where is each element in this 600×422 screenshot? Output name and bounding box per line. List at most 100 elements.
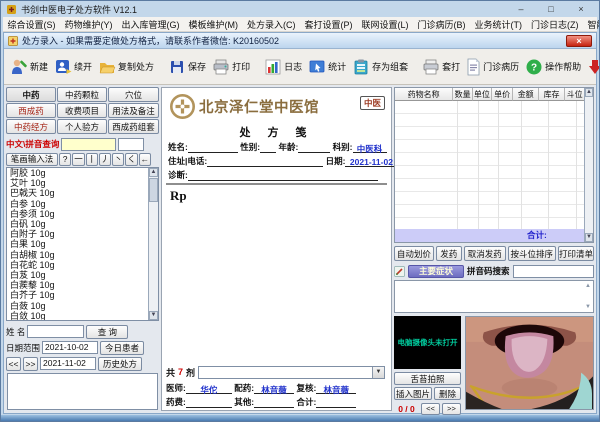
delete-image-button[interactable]: 删除 [434,387,461,400]
stroke-key-dian[interactable]: 丶 [112,153,124,166]
menu-item-clinic-log[interactable]: 门诊日志(Z) [527,18,584,31]
drug-list-item[interactable]: 艾叶 10g [7,178,148,188]
drug-list-item[interactable]: 白附子 10g [7,229,148,239]
scroll-down-icon[interactable]: ▼ [585,304,591,310]
stroke-key-any[interactable]: ? [59,153,71,166]
tab-zhongyao[interactable]: 中药 [6,87,56,102]
drug-list-item[interactable]: 白参须 10g [7,209,148,219]
other-field[interactable] [254,398,294,408]
sort-by-drawer-button[interactable]: 按斗位排序 [508,246,556,261]
col-drawer[interactable]: 斗位 [565,88,584,101]
col-drug-name[interactable]: 药物名称 [395,88,453,101]
print-button[interactable]: 打印 [210,57,252,77]
drug-list-item[interactable]: 白矾 10g [7,219,148,229]
date-field[interactable]: 2021-11-02 [345,157,397,167]
pinyin-query-input[interactable] [61,138,116,151]
pinyin-search-input[interactable] [513,265,594,278]
drug-list-item[interactable]: 阿胶 10g [7,168,148,178]
continue-button[interactable]: 续开 [52,57,94,77]
tab-xichengyao[interactable]: 西成药 [6,103,56,118]
drug-list-item[interactable]: 白芥子 10g [7,290,148,300]
date-to-input[interactable]: 2021-11-02 [40,357,96,370]
fee-field[interactable] [186,398,232,408]
pinyin-code-input[interactable] [118,138,144,151]
medical-record-button[interactable]: 门诊病历 [464,57,521,77]
scroll-up-icon[interactable]: ▲ [585,283,591,289]
menu-item-overlay-print[interactable]: 套打设置(P) [300,18,357,31]
menu-item-network[interactable]: 联网设置(L) [357,18,413,31]
dept-field[interactable]: 中医科 [353,143,387,153]
drug-list-scrollbar[interactable]: ▲ ▼ [148,168,158,320]
patient-history-listbox[interactable] [7,373,158,410]
menu-item-medical-record[interactable]: 门诊病历(B) [413,18,470,31]
sum-field[interactable] [316,398,356,408]
menu-item-inventory[interactable]: 出入库管理(G) [117,18,184,31]
address-field[interactable] [207,157,323,167]
dispenser-field[interactable]: 林音薇 [254,384,294,394]
insert-image-button[interactable]: 插入图片 [394,387,432,400]
tab-geren-yanfang[interactable]: 个人验方 [57,119,107,134]
dispense-button[interactable]: 发药 [436,246,462,261]
doctor-field[interactable]: 华佗 [186,384,232,394]
menu-item-drug-maintenance[interactable]: 药物维护(Y) [60,18,117,31]
overlay-print-button[interactable]: 套打 [420,57,462,77]
drug-list-item[interactable]: 白蔹 10g [7,301,148,311]
drug-list-item[interactable]: 白花蛇 10g [7,260,148,270]
drug-list-item[interactable]: 巴戟天 10g [7,188,148,198]
tab-zhongyao-jingfang[interactable]: 中药经方 [6,119,56,134]
drug-table-scrollbar[interactable]: ▲ ▼ [584,88,593,242]
stroke-key-pie[interactable]: 丿 [99,153,111,166]
prev-photo-button[interactable]: << [421,403,440,415]
drug-list-item[interactable]: 白胡椒 10g [7,250,148,260]
tongue-photo-button[interactable]: 舌苔拍照 [394,372,461,385]
close-button[interactable]: × [568,3,594,16]
checker-field[interactable]: 林音薇 [316,384,356,394]
menu-item-prescription-entry[interactable]: 处方录入(C) [243,18,301,31]
col-price[interactable]: 单价 [492,88,514,101]
drug-list-item[interactable]: 白蒺藜 10g [7,280,148,290]
new-button[interactable]: 新建 [8,57,50,77]
subwindow-close-button[interactable]: × [566,35,592,47]
minimize-button[interactable]: – [508,3,534,16]
drug-list-item[interactable]: 白敛 10g [7,311,148,320]
stroke-ime-button[interactable]: 笔画输入法 [6,153,58,166]
register-button[interactable]: 注册 [585,57,600,77]
cancel-dispense-button[interactable]: 取消发药 [464,246,506,261]
gender-field[interactable] [260,143,276,153]
tab-yongfa-beizhu[interactable]: 用法及备注 [108,103,159,118]
help-button[interactable]: ? 操作帮助 [523,57,583,77]
copy-prescription-button[interactable]: 复制处方 [96,57,156,77]
prev-date-button[interactable]: << [6,357,21,371]
patient-name-input[interactable] [27,325,84,338]
menu-item-settings[interactable]: 综合设置(S) [3,18,60,31]
scroll-down-icon[interactable]: ▼ [585,233,593,242]
scrollbar-thumb[interactable] [149,178,158,202]
print-list-button[interactable]: 打印清单 [558,246,594,261]
history-prescriptions-button[interactable]: 历史处方 [98,357,142,371]
col-amount[interactable]: 金额 [513,88,538,101]
query-button[interactable]: 查 询 [86,325,128,339]
main-symptom-chip[interactable]: 主要症状 [408,265,464,278]
menu-item-stroke-ime[interactable]: 智能笔画输入法(S) [583,18,600,31]
symptom-textarea[interactable]: ▲ ▼ [394,280,594,313]
col-stock[interactable]: 库存 [539,88,565,101]
menu-item-statistics[interactable]: 业务统计(T) [470,18,527,31]
tab-xuewei[interactable]: 穴位 [108,87,159,102]
col-quantity[interactable]: 数量 [453,88,473,101]
today-patients-button[interactable]: 今日患者 [100,341,144,355]
col-unit[interactable]: 单位 [473,88,492,101]
log-button[interactable]: 日志 [262,57,304,77]
stroke-key-backspace[interactable]: ← [139,153,151,166]
scroll-up-icon[interactable]: ▲ [585,88,593,97]
scroll-up-icon[interactable]: ▲ [149,168,158,177]
save-group-button[interactable]: 存为组套 [350,57,410,77]
maximize-button[interactable]: □ [538,3,564,16]
age-field[interactable] [298,143,330,153]
drug-table-body[interactable] [395,101,584,229]
next-photo-button[interactable]: >> [442,403,461,415]
next-date-button[interactable]: >> [23,357,38,371]
name-field[interactable] [188,143,238,153]
tab-xichengyao-zutao[interactable]: 西成药组套 [108,119,159,134]
chevron-down-icon[interactable]: ▼ [372,367,384,378]
tab-shoufei-xiangmu[interactable]: 收费项目 [57,103,107,118]
